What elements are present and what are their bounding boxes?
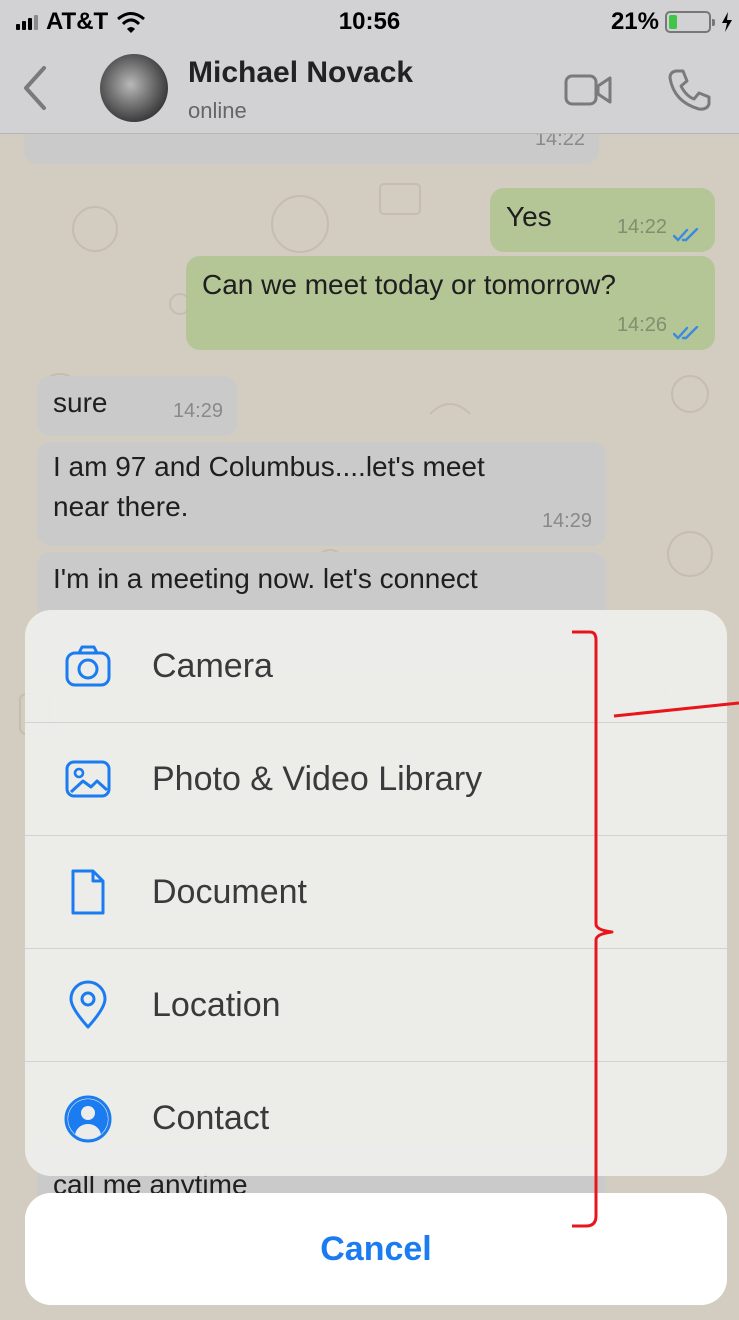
sheet-item-label: Document bbox=[152, 872, 307, 911]
sheet-item-location[interactable]: Location bbox=[25, 949, 727, 1062]
photo-library-icon bbox=[65, 760, 111, 798]
avatar[interactable] bbox=[100, 54, 168, 122]
sheet-item-document[interactable]: Document bbox=[25, 836, 727, 949]
sheet-item-label: Contact bbox=[152, 1099, 270, 1137]
battery-icon bbox=[665, 11, 715, 33]
contact-person-icon bbox=[64, 1095, 112, 1142]
battery-fill bbox=[669, 15, 677, 29]
status-bar: AT&T 10:56 21% bbox=[0, 0, 739, 40]
camera-icon bbox=[65, 645, 111, 687]
sheet-item-contact[interactable]: Contact bbox=[25, 1062, 727, 1175]
status-right: 21% bbox=[611, 8, 733, 36]
video-call-icon[interactable] bbox=[564, 72, 614, 108]
phone-call-icon[interactable] bbox=[666, 68, 712, 112]
document-icon bbox=[71, 869, 105, 915]
charging-bolt-icon bbox=[722, 12, 732, 32]
sheet-item-photo-library[interactable]: Photo & Video Library bbox=[25, 723, 727, 836]
sheet-item-label: Location bbox=[152, 985, 281, 1024]
attachment-action-sheet: Camera Photo & Video Library Document Lo… bbox=[25, 610, 727, 1176]
chat-header: Michael Novack online bbox=[0, 40, 739, 134]
cancel-button[interactable]: Cancel bbox=[25, 1193, 727, 1305]
sheet-item-label: Photo & Video Library bbox=[152, 759, 483, 798]
contact-status: online bbox=[188, 98, 247, 123]
back-chevron-icon[interactable] bbox=[18, 64, 52, 112]
sheet-item-label: Camera bbox=[152, 646, 273, 685]
sheet-item-camera[interactable]: Camera bbox=[25, 610, 727, 723]
location-pin-icon bbox=[69, 980, 107, 1029]
battery-percent: 21% bbox=[610, 8, 659, 35]
contact-name[interactable]: Michael Novack bbox=[188, 56, 413, 90]
